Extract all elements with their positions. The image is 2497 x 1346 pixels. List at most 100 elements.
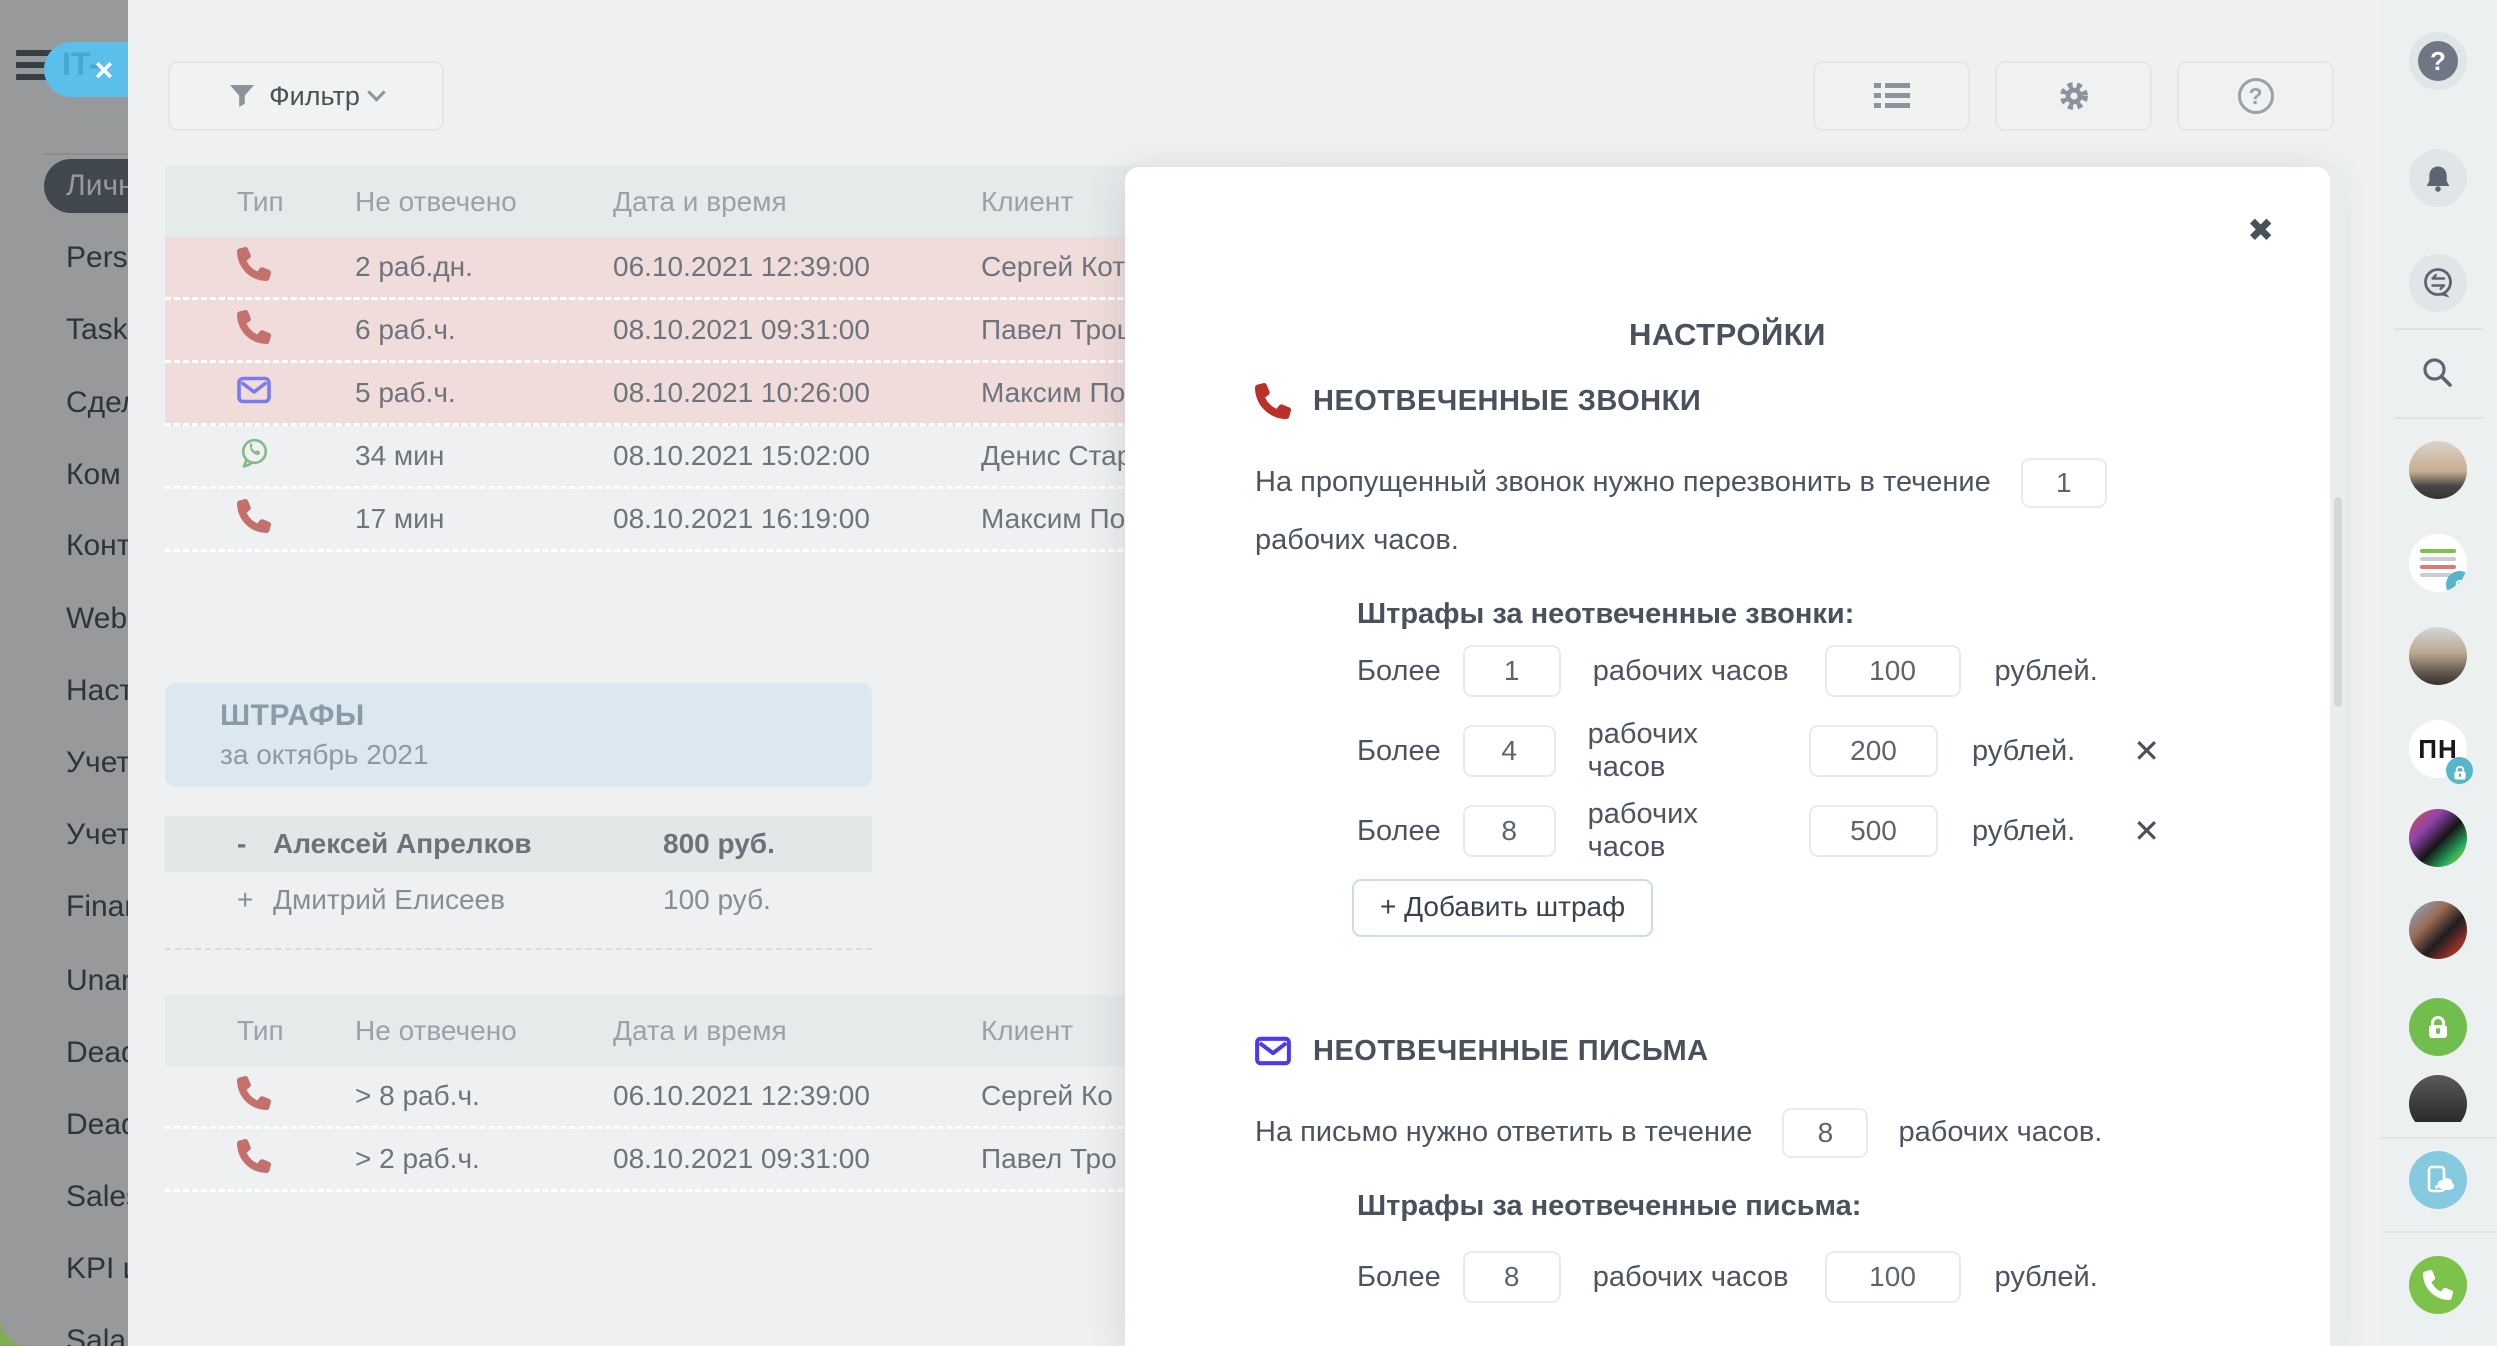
rule-amount-input[interactable]: 100 [1825, 1251, 1961, 1303]
phone-icon [2423, 1270, 2453, 1300]
penalty-entry[interactable]: - Алексей Апрелков 800 руб. [165, 816, 872, 872]
document-thumbnail[interactable] [2409, 534, 2467, 592]
sidebar-close-button[interactable]: IT- × [44, 42, 128, 97]
sidebar-item[interactable]: Учет [66, 746, 128, 780]
notifications-button[interactable] [2409, 149, 2467, 207]
unanswered-cell: 5 раб.ч. [355, 377, 613, 409]
user-avatar[interactable] [2409, 627, 2467, 685]
rule-amount-input[interactable]: 200 [1809, 725, 1938, 777]
entry-sign: + [165, 884, 273, 916]
phone-icon [237, 499, 271, 533]
sidebar-item[interactable]: Salar [66, 1324, 128, 1346]
table-row[interactable]: 5 раб.ч. 08.10.2021 10:26:00 Максим Пог [165, 363, 1285, 426]
penalty-entry[interactable]: + Дмитрий Елисеев 100 руб. [165, 872, 872, 928]
callback-hours-input[interactable]: 1 [2021, 458, 2107, 508]
modal-scrollbar[interactable] [2330, 167, 2346, 1346]
sidebar-item[interactable]: Finan [66, 890, 128, 924]
table-row[interactable]: 34 мин 08.10.2021 15:02:00 Денис Старк [165, 426, 1285, 489]
sidebar-item[interactable]: Сдел [66, 386, 128, 420]
user-avatar[interactable] [2409, 809, 2467, 867]
workspace-badge[interactable]: ПН [2409, 720, 2467, 778]
letters-intro-before: На письмо нужно ответить в течение [1255, 1116, 1752, 1148]
rule-hours-suffix: рабочих часов [1593, 655, 1789, 688]
sidebar-item[interactable]: Unan [66, 964, 128, 998]
rule-hours-suffix: рабочих часов [1588, 798, 1773, 864]
table-row[interactable]: 6 раб.ч. 08.10.2021 09:31:00 Павел Троша [165, 300, 1285, 363]
sidebar-item[interactable]: Учет [66, 818, 128, 852]
chevron-down-icon [367, 83, 385, 101]
datetime-cell: 06.10.2021 12:39:00 [613, 1080, 981, 1112]
sidebar-item[interactable]: Наст [66, 674, 128, 708]
secure-session-button[interactable] [2409, 998, 2467, 1056]
table-row[interactable]: 17 мин 08.10.2021 16:19:00 Максим Пог [165, 489, 1285, 552]
rule-prefix: Более [1357, 815, 1441, 848]
add-penalty-button[interactable]: + Добавить штраф [1352, 879, 1653, 937]
rule-hours-input[interactable]: 8 [1463, 805, 1556, 857]
sidebar-item[interactable]: Pers [66, 241, 128, 275]
search-icon [2420, 355, 2456, 391]
overdue-table: Тип Не отвечено Дата и время Клиент > 8 … [165, 995, 1285, 1192]
reply-hours-input[interactable]: 8 [1782, 1108, 1868, 1158]
rule-hours-input[interactable]: 8 [1463, 1251, 1561, 1303]
rule-amount-suffix: рублей. [1972, 735, 2075, 768]
search-button[interactable] [2409, 344, 2467, 402]
filter-button[interactable]: Фильтр [168, 61, 444, 131]
table-row[interactable]: 2 раб.дн. 06.10.2021 12:39:00 Сергей Кот… [165, 237, 1285, 300]
datetime-cell: 08.10.2021 16:19:00 [613, 503, 981, 535]
sidebar-item[interactable]: KPI и [66, 1252, 128, 1286]
rule-hours-input[interactable]: 4 [1463, 725, 1556, 777]
sidebar-item[interactable]: Конт [66, 529, 128, 563]
penalties-title: ШТРАФЫ [220, 699, 872, 733]
rule-amount-input[interactable]: 500 [1809, 805, 1938, 857]
divider [2394, 417, 2483, 419]
user-avatar[interactable] [2409, 901, 2467, 959]
sidebar-item[interactable]: Dead [66, 1108, 128, 1142]
unanswered-cell: > 8 раб.ч. [355, 1080, 613, 1112]
help-button[interactable]: ? [2409, 32, 2467, 90]
rule-amount-input[interactable]: 100 [1825, 645, 1961, 697]
dashed-divider [165, 928, 872, 950]
doc-line [2420, 565, 2456, 569]
call-button[interactable] [2409, 1256, 2467, 1314]
sidebar-item[interactable]: Ком [66, 458, 121, 492]
penalty-rule-row: Более 8 рабочих часов 500 рублей. ✕ [1357, 791, 2160, 871]
settings-button[interactable] [1995, 61, 2152, 131]
modal-body: НЕОТВЕЧЕННЫЕ ЗВОНКИ На пропущенный звоно… [1125, 167, 2330, 1346]
lock-icon [2429, 1025, 2447, 1038]
chat-exchange-button[interactable] [2409, 254, 2467, 312]
remove-rule-icon[interactable]: ✕ [2133, 812, 2160, 850]
entry-amount: 100 руб. [663, 884, 771, 916]
rule-hours-input[interactable]: 1 [1463, 645, 1561, 697]
right-rail: ? [2380, 0, 2497, 1346]
mobile-app-button[interactable] [2409, 1151, 2467, 1209]
remove-rule-icon[interactable]: ✕ [2133, 732, 2160, 770]
table-header: Тип Не отвечено Дата и время Клиент [165, 166, 1285, 237]
user-avatar[interactable] [2409, 441, 2467, 499]
sidebar-item[interactable]: Sales [66, 1180, 128, 1214]
calls-intro: На пропущенный звонок нужно перезвонить … [1255, 453, 2160, 569]
list-view-button[interactable] [1813, 61, 1970, 131]
rule-prefix: Более [1357, 735, 1441, 768]
penalty-rule-row: Более 1 рабочих часов 100 рублей. [1357, 631, 2160, 711]
entry-sign: - [165, 828, 273, 860]
datetime-cell: 08.10.2021 10:26:00 [613, 377, 981, 409]
divider [44, 153, 128, 155]
letters-section-heading: НЕОТВЕЧЕННЫЕ ПИСЬМА [1255, 1033, 2160, 1069]
letters-intro: На письмо нужно ответить в течение 8 раб… [1255, 1103, 2160, 1161]
help-button[interactable]: ? [2177, 61, 2334, 131]
scrollbar-thumb[interactable] [2334, 497, 2342, 707]
sidebar-item-selected[interactable]: Личн [44, 159, 128, 213]
sidebar-item[interactable]: Dead [66, 1036, 128, 1070]
datetime-cell: 08.10.2021 09:31:00 [613, 314, 981, 346]
sidebar-item[interactable]: Web [66, 602, 127, 636]
unanswered-cell: 34 мин [355, 440, 613, 472]
rule-amount-suffix: рублей. [1972, 815, 2075, 848]
table-row[interactable]: > 8 раб.ч. 06.10.2021 12:39:00 Сергей Ко [165, 1066, 1285, 1129]
table-row[interactable]: > 2 раб.ч. 08.10.2021 09:31:00 Павел Тро [165, 1129, 1285, 1192]
datetime-cell: 08.10.2021 15:02:00 [613, 440, 981, 472]
rule-amount-suffix: рублей. [1995, 655, 2098, 688]
sidebar-item[interactable]: Task [66, 313, 128, 347]
calls-section-heading: НЕОТВЕЧЕННЫЕ ЗВОНКИ [1255, 383, 2160, 419]
unanswered-cell: > 2 раб.ч. [355, 1143, 613, 1175]
user-avatar-partial[interactable] [2409, 1075, 2467, 1122]
